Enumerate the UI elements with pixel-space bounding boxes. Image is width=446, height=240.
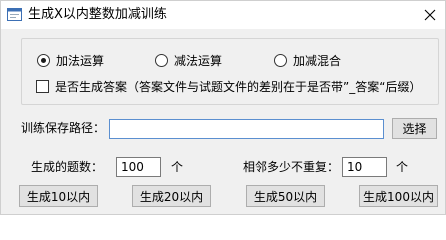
radio-mixed[interactable]: 加减混合 [274,52,341,69]
save-path-label: 训练保存路径： [21,121,106,135]
no-repeat-input[interactable] [342,157,387,177]
generate-100-button[interactable]: 生成100以内 [359,185,438,207]
question-count-label: 生成的题数： [31,160,104,174]
app-window: 生成X以内整数加减训练 加法运算 减法运算 加减混合 是否生成答案（答案文件与试… [0,0,446,215]
radio-mixed-label: 加减混合 [293,54,342,68]
title-bar: 生成X以内整数加减训练 [1,1,445,29]
generate-50-button[interactable]: 生成50以内 [246,185,325,207]
browse-button[interactable]: 选择 [392,118,437,139]
radio-subtraction[interactable]: 减法运算 [155,52,222,69]
radio-addition-indicator [37,54,50,67]
save-path-input[interactable] [109,119,384,139]
question-count-input[interactable] [116,157,161,177]
generate-answer-label: 是否生成答案（答案文件与试题文件的差别在于是否带”_答案“后缀） [55,80,422,94]
generate-10-button[interactable]: 生成10以内 [19,185,98,207]
generate-answer-checkbox[interactable]: 是否生成答案（答案文件与试题文件的差别在于是否带”_答案“后缀） [36,78,421,95]
window-title: 生成X以内整数加减训练 [28,7,167,22]
close-icon [424,9,436,21]
radio-mixed-indicator [274,54,287,67]
question-count-unit: 个 [171,160,184,174]
no-repeat-unit: 个 [396,160,409,174]
radio-subtraction-label: 减法运算 [174,54,223,68]
close-button[interactable] [418,3,442,27]
app-form-icon [7,8,22,21]
radio-addition-label: 加法运算 [56,54,105,68]
radio-subtraction-indicator [155,54,168,67]
no-repeat-label: 相邻多少不重复： [243,160,340,174]
generate-20-button[interactable]: 生成20以内 [132,185,211,207]
generate-answer-checkbox-box [36,80,49,93]
radio-addition[interactable]: 加法运算 [37,52,104,69]
